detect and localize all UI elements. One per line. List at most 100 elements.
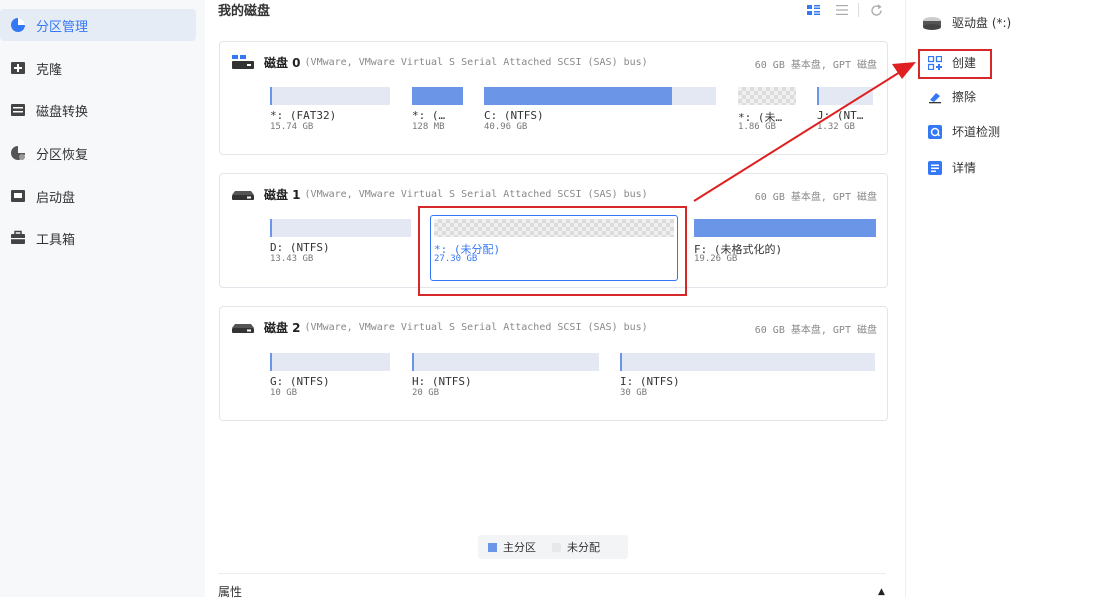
- partition-used-fill: [270, 87, 272, 105]
- disk-name: 磁盘 1: [264, 187, 301, 202]
- partition-block[interactable]: C: (NTFS) 40.96 GB: [484, 87, 719, 137]
- partition-used-fill: [270, 219, 272, 237]
- partition-bar: [694, 219, 876, 237]
- action-label: 坏道检测: [952, 125, 1001, 139]
- selected-drive: 驱动盘 (*:): [922, 14, 1011, 31]
- partition-block[interactable]: *: (FAT32) 15.74 GB: [270, 87, 392, 137]
- partition-bar: [484, 87, 716, 105]
- highlight-box-create: [918, 49, 992, 79]
- partition-block[interactable]: D: (NTFS) 13.43 GB: [270, 219, 415, 269]
- partition-size: 15.74 GB: [270, 122, 314, 132]
- partition-label: J: (NT…: [817, 109, 864, 122]
- properties-title: 属性: [218, 585, 243, 599]
- partition-block[interactable]: *: (… 128 MB: [412, 87, 467, 137]
- partition-bar-unallocated: [738, 87, 796, 105]
- bad-sector-check-icon: [928, 124, 942, 139]
- action-label: 详情: [952, 161, 977, 175]
- partition-bar: [412, 87, 463, 105]
- disk-header: 磁盘 0 (VMware, VMware Virtual S Serial At…: [232, 52, 648, 72]
- disk-header: 磁盘 1 (VMware, VMware Virtual S Serial At…: [232, 184, 648, 204]
- eraser-icon: [929, 92, 941, 103]
- partition-used-fill: [817, 87, 819, 105]
- partition-label: *: (…: [412, 109, 446, 122]
- grid-view-icon[interactable]: [807, 4, 820, 17]
- partition-label: *: (FAT32): [270, 109, 337, 122]
- partition-label: C: (NTFS): [484, 109, 544, 122]
- action-bad-sector-check[interactable]: 坏道检测: [928, 123, 1000, 140]
- hard-disk-icon: [232, 324, 254, 333]
- partition-block[interactable]: H: (NTFS) 20 GB: [412, 353, 602, 403]
- partition-size: 19.26 GB: [694, 254, 738, 264]
- disk-card-0[interactable]: 磁盘 0 (VMware, VMware Virtual S Serial At…: [219, 41, 888, 155]
- sidebar-item-partition-recovery[interactable]: 分区恢复: [0, 137, 196, 169]
- disk-description: (VMware, VMware Virtual S Serial Attache…: [304, 321, 648, 333]
- sidebar-item-bootable-disk[interactable]: 启动盘: [0, 180, 196, 212]
- sidebar-item-disk-convert[interactable]: 磁盘转换: [0, 94, 196, 126]
- list-view-icon[interactable]: [836, 4, 848, 16]
- disk-convert-icon: [11, 104, 25, 116]
- action-erase[interactable]: 擦除: [928, 88, 976, 105]
- highlight-box-unallocated: [418, 206, 687, 296]
- partition-used-fill: [694, 219, 876, 237]
- sidebar-item-label: 分区管理: [36, 19, 89, 35]
- disk-card-2[interactable]: 磁盘 2 (VMware, VMware Virtual S Serial At…: [219, 306, 888, 421]
- toolbar-divider: [858, 3, 859, 17]
- partition-label: I: (NTFS): [620, 375, 680, 388]
- partition-bar: [270, 219, 411, 237]
- partition-bar: [270, 353, 390, 371]
- partition-block[interactable]: J: (NT… 1.32 GB: [817, 87, 875, 137]
- disk-description: (VMware, VMware Virtual S Serial Attache…: [304, 188, 648, 200]
- partition-used-fill: [620, 353, 622, 371]
- partition-bar: [412, 353, 599, 371]
- sidebar-item-label: 启动盘: [36, 190, 76, 206]
- action-label: 擦除: [952, 90, 977, 104]
- disk-description: (VMware, VMware Virtual S Serial Attache…: [304, 56, 648, 68]
- sidebar-item-label: 分区恢复: [36, 147, 89, 163]
- partition-used-fill: [412, 353, 414, 371]
- drive-icon: [923, 16, 941, 30]
- collapse-arrow-icon[interactable]: ▲: [878, 587, 885, 597]
- bootable-disk-icon: [11, 190, 25, 202]
- partition-bar: [270, 87, 390, 105]
- partition-size: 1.32 GB: [817, 122, 855, 132]
- partition-label: H: (NTFS): [412, 375, 472, 388]
- disk-info: 60 GB 基本盘, GPT 磁盘: [754, 192, 877, 203]
- partition-size: 1.86 GB: [738, 122, 776, 132]
- divider: [218, 573, 886, 574]
- partition-used-fill: [270, 353, 272, 371]
- partition-block[interactable]: F: (未格式化的) 19.26 GB: [694, 219, 878, 269]
- partition-bar: [817, 87, 873, 105]
- partition-size: 40.96 GB: [484, 122, 528, 132]
- disk-header: 磁盘 2 (VMware, VMware Virtual S Serial At…: [232, 317, 648, 337]
- hard-disk-icon: [232, 55, 254, 69]
- drive-label: 驱动盘 (*:): [952, 16, 1012, 30]
- disk-info: 60 GB 基本盘, GPT 磁盘: [754, 325, 877, 336]
- toolbox-icon: [11, 230, 25, 244]
- legend-swatch-primary: [488, 542, 497, 552]
- refresh-icon[interactable]: [870, 4, 883, 17]
- partition-used-fill: [412, 87, 463, 105]
- page-title: 我的磁盘: [218, 4, 271, 19]
- clone-icon: [11, 62, 25, 74]
- details-icon: [928, 160, 942, 175]
- sidebar-item-label: 工具箱: [36, 232, 76, 248]
- action-details[interactable]: 详情: [928, 159, 976, 176]
- sidebar-item-toolbox[interactable]: 工具箱: [0, 222, 196, 254]
- partition-size: 128 MB: [412, 122, 445, 132]
- legend: 主分区 未分配: [478, 535, 628, 559]
- partition-used-fill: [484, 87, 672, 105]
- disk-info: 60 GB 基本盘, GPT 磁盘: [754, 60, 877, 71]
- legend-swatch-unallocated: [552, 542, 561, 552]
- sidebar-item-clone[interactable]: 克隆: [0, 52, 196, 84]
- partition-block[interactable]: G: (NTFS) 10 GB: [270, 353, 392, 403]
- legend-label-primary: 主分区: [503, 541, 536, 554]
- partition-block[interactable]: *: (未… 1.86 GB: [738, 87, 800, 137]
- partition-bar: [620, 353, 875, 371]
- disk-name: 磁盘 0: [264, 55, 301, 70]
- partition-recovery-icon: [11, 146, 25, 160]
- sidebar-item-partition-manager[interactable]: 分区管理: [0, 9, 196, 41]
- pie-chart-icon: [11, 18, 25, 32]
- partition-size: 20 GB: [412, 388, 440, 398]
- partition-size: 30 GB: [620, 388, 648, 398]
- partition-block[interactable]: I: (NTFS) 30 GB: [620, 353, 878, 403]
